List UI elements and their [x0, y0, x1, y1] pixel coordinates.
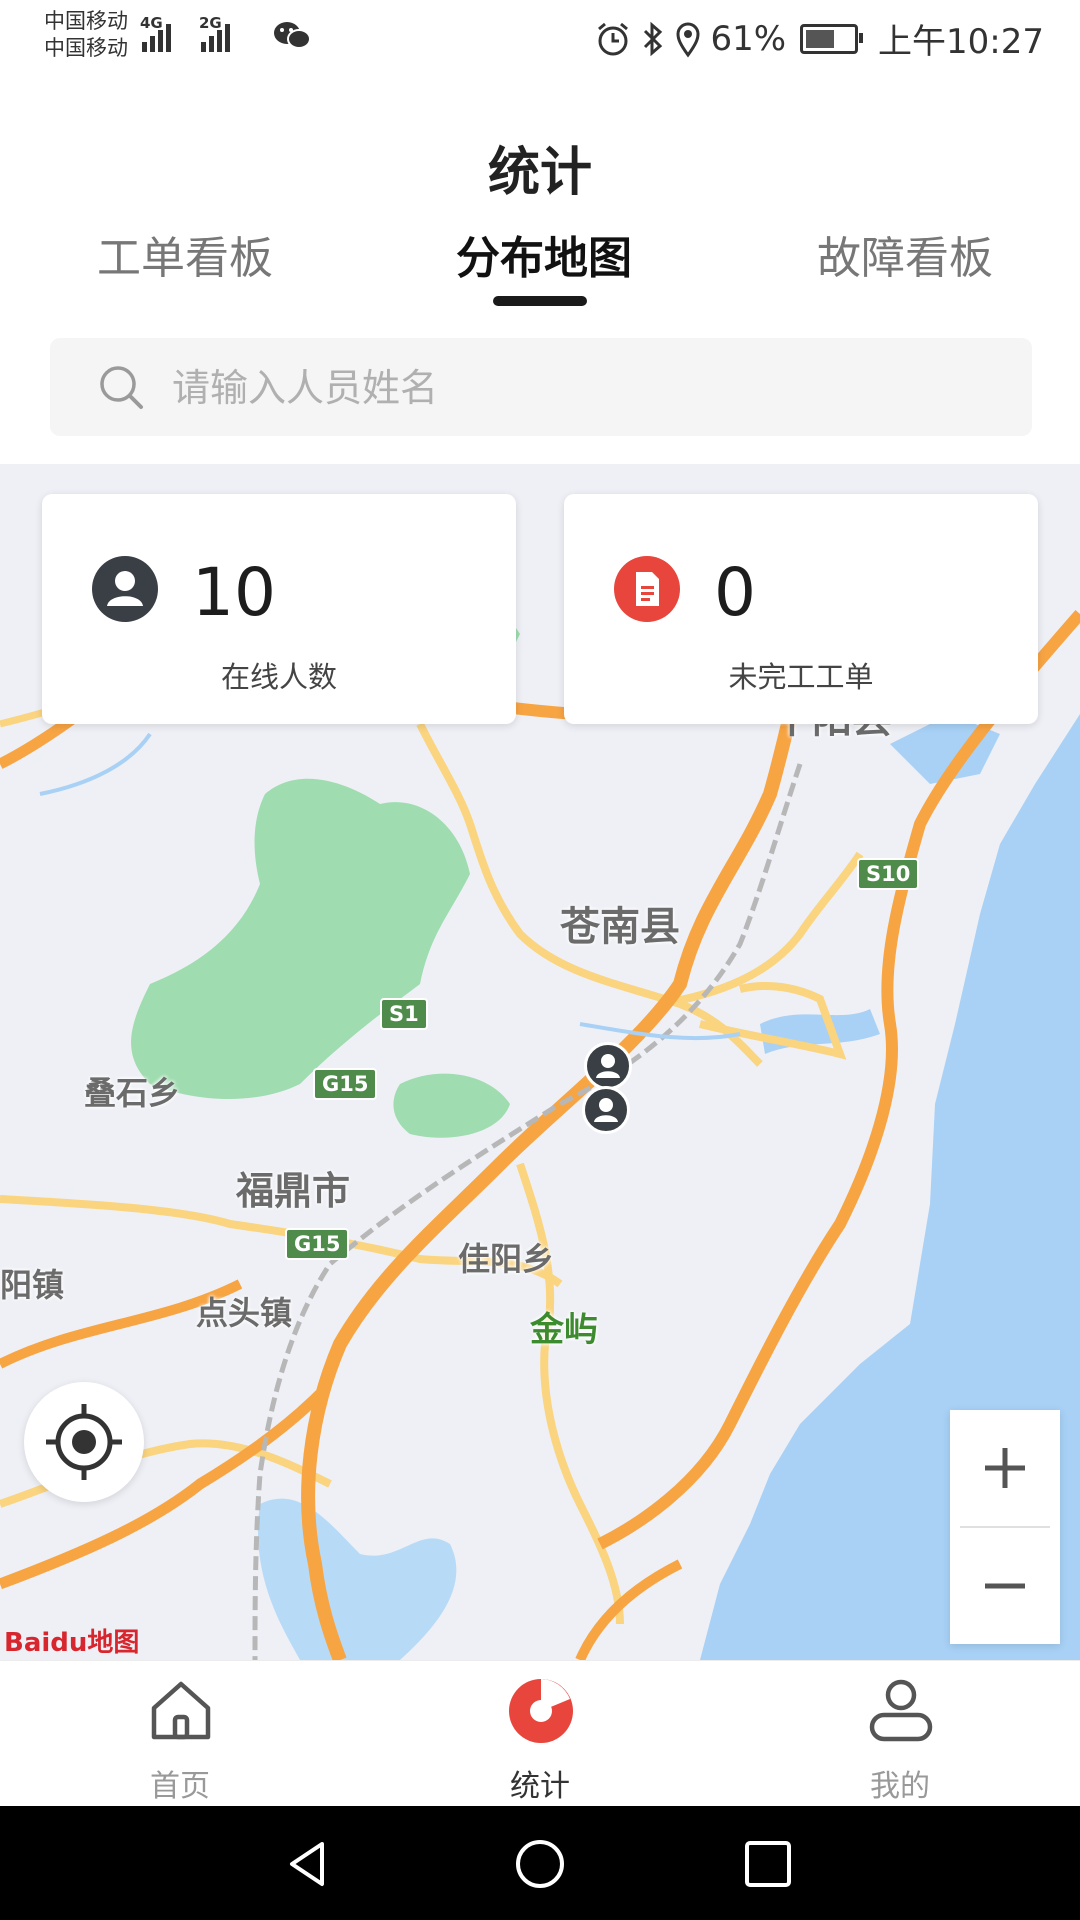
alarm-icon	[598, 22, 629, 55]
locate-button[interactable]	[24, 1382, 144, 1502]
road-shield-g15-lower: G15	[285, 1228, 350, 1260]
road-shield-g15-upper: G15	[313, 1068, 378, 1100]
search-box[interactable]	[50, 338, 1032, 436]
nav-profile-label: 我的	[870, 1769, 930, 1804]
unfinished-orders-value: 0	[714, 554, 756, 631]
location-icon	[676, 22, 700, 58]
personnel-marker[interactable]	[584, 1042, 632, 1090]
tab-work-orders[interactable]: 工单看板	[97, 222, 273, 286]
unfinished-orders-card[interactable]: 0 未完工工单	[564, 494, 1038, 724]
baidu-logo: Baidu地图	[4, 1628, 140, 1658]
clock: 上午10:27	[878, 22, 1044, 62]
crosshair-icon	[46, 1404, 122, 1480]
recents-icon[interactable]	[742, 1838, 794, 1890]
online-count-value: 10	[192, 554, 276, 631]
signal-4g-icon: 4G	[140, 14, 171, 52]
home-circle-icon[interactable]	[514, 1838, 566, 1890]
bottom-nav: 首页 统计 我的	[0, 1660, 1080, 1807]
signal-2g-icon: 2G	[199, 14, 230, 52]
network-type-2: 2G	[199, 14, 222, 32]
zoom-in-button[interactable]	[950, 1410, 1060, 1526]
back-icon[interactable]	[282, 1838, 334, 1890]
page-title: 统计	[487, 143, 592, 203]
battery-icon	[800, 23, 864, 54]
map-view[interactable]: 平阳县 苍南县 叠石乡 福鼎市 佳阳乡 点头镇 金屿 阳镇 S1 S10 S1 …	[0, 464, 1080, 1660]
online-count-label: 在线人数	[220, 660, 337, 694]
unfinished-orders-label: 未完工工单	[728, 660, 874, 694]
zoom-out-button[interactable]	[950, 1528, 1060, 1644]
tab-distribution-map[interactable]: 分布地图	[456, 222, 632, 286]
search-input[interactable]	[170, 352, 994, 424]
carrier-labels: 中国移动 中国移动	[44, 8, 128, 62]
road-shield-s10: S10	[857, 858, 920, 890]
place-dieshi: 叠石乡	[84, 1074, 181, 1112]
nav-stats-label: 统计	[510, 1769, 570, 1804]
person-icon	[594, 1098, 618, 1122]
place-cangnan: 苍南县	[560, 904, 680, 950]
nav-home-label: 首页	[150, 1769, 210, 1804]
carrier-2: 中国移动	[44, 36, 128, 60]
system-nav-bar	[0, 1806, 1080, 1920]
nav-profile[interactable]: 我的	[800, 1661, 1000, 1807]
tab-fault-board[interactable]: 故障看板	[817, 222, 993, 286]
minus-icon	[985, 1583, 1025, 1589]
person-icon	[92, 556, 158, 622]
wechat-icon	[274, 22, 311, 49]
active-tab-indicator	[493, 296, 587, 306]
place-fuding: 福鼎市	[236, 1169, 351, 1213]
nav-home[interactable]: 首页	[80, 1661, 280, 1807]
status-right: 61% 上午10:27	[594, 14, 1044, 63]
search-icon	[100, 366, 143, 409]
bluetooth-icon	[644, 21, 663, 56]
pie-chart-icon	[509, 1679, 573, 1743]
road-shield-s1-south: S1	[380, 998, 428, 1030]
nav-stats[interactable]: 统计	[440, 1661, 640, 1807]
home-icon	[151, 1681, 211, 1740]
network-type-1: 4G	[140, 14, 163, 32]
person-icon	[596, 1054, 620, 1078]
status-bar: 中国移动 中国移动 4G 2G 61% 上午10:27	[0, 0, 1080, 80]
signal-group: 4G 2G	[140, 14, 230, 52]
app-screen: 中国移动 中国移动 4G 2G 61% 上午10:27 统计 工单看板 分布地图…	[0, 0, 1080, 1920]
plus-icon	[985, 1448, 1025, 1488]
zoom-controls	[950, 1410, 1060, 1644]
document-icon	[614, 556, 680, 622]
profile-icon	[869, 1679, 933, 1742]
place-left-town: 阳镇	[0, 1266, 65, 1304]
carrier-1: 中国移动	[44, 9, 128, 33]
place-jinyu: 金屿	[530, 1310, 598, 1350]
place-diantou: 点头镇	[196, 1294, 293, 1332]
online-count-card[interactable]: 10 在线人数	[42, 494, 516, 724]
battery-percent: 61%	[710, 18, 787, 59]
personnel-marker[interactable]	[582, 1086, 630, 1134]
place-jiayang: 佳阳乡	[458, 1240, 555, 1278]
